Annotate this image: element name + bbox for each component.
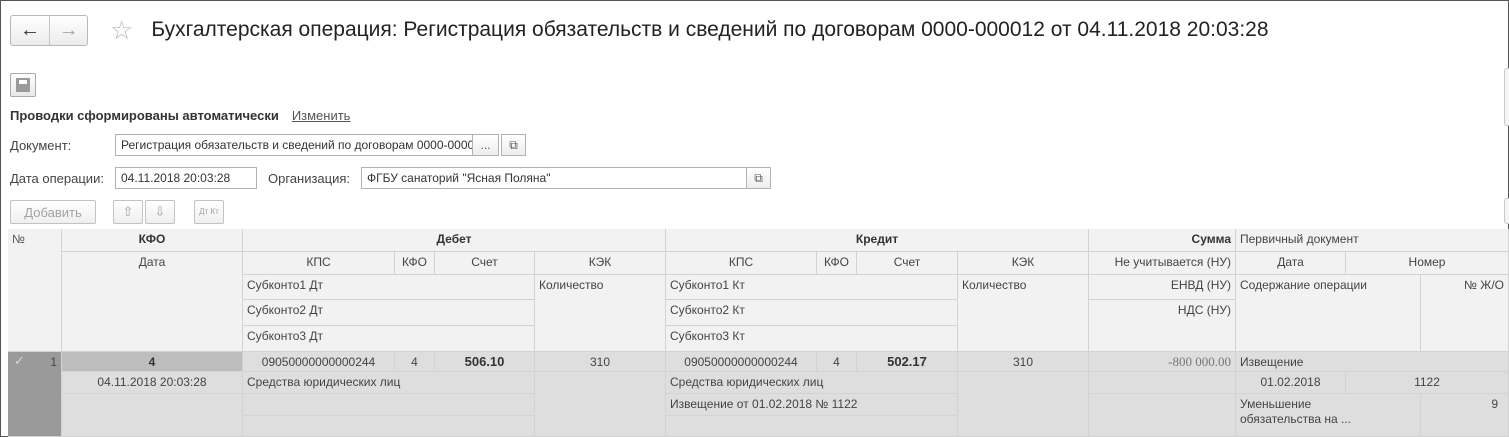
header-journal-no[interactable]: № Ж/О (1421, 275, 1509, 352)
document-label: Документ: (10, 138, 72, 153)
header-credit-quantity[interactable]: Количество (958, 275, 1089, 352)
organization-label: Организация: (268, 171, 351, 186)
header-credit: Кредит (666, 229, 1089, 252)
row-credit-kek[interactable]: 310 (958, 352, 1089, 372)
row-num-cell[interactable]: ✓ 1 (8, 352, 62, 437)
scrollbar-handle[interactable] (1504, 68, 1509, 126)
header-credit-account[interactable]: Счет (857, 252, 958, 275)
row-nds[interactable] (1089, 394, 1236, 437)
row-credit-sub3[interactable] (666, 416, 958, 437)
save-icon[interactable] (10, 73, 36, 97)
move-up-icon[interactable]: ⇧ (113, 200, 143, 224)
header-sub3-dt[interactable]: Субконто3 Дт (243, 326, 535, 352)
header-primary-date[interactable]: Дата (1236, 252, 1346, 275)
row-credit-kfo[interactable]: 4 (817, 352, 857, 372)
favorite-star-icon[interactable]: ☆ (110, 17, 133, 43)
row-debit-sub1[interactable]: Средства юридических лиц (243, 372, 535, 394)
open-document-icon[interactable]: ⧉ (501, 134, 526, 156)
row-debit-account[interactable]: 506.10 (435, 352, 535, 372)
header-sum[interactable]: Сумма (1089, 229, 1236, 252)
header-num: № (8, 229, 62, 352)
row-content[interactable]: Уменьшение обязательства на ... (1236, 394, 1421, 437)
window-title: Бухгалтерская операция: Регистрация обяз… (151, 18, 1269, 41)
header-not-counted[interactable]: Не учитывается (НУ) (1089, 252, 1236, 275)
document-field[interactable]: Регистрация обязательств и сведений по д… (115, 134, 473, 156)
header-nds[interactable]: НДС (НУ) (1089, 300, 1236, 352)
row-journal-no[interactable]: 9 (1421, 394, 1509, 437)
posting-status: Проводки сформированы автоматически (10, 108, 279, 123)
header-credit-kfo[interactable]: КФО (817, 252, 857, 275)
row-sum[interactable]: -800 000.00 (1089, 352, 1236, 372)
row-debit-quantity[interactable] (535, 372, 666, 437)
header-sub1-kt[interactable]: Субконто1 Кт (666, 275, 958, 300)
header-debit-account[interactable]: Счет (435, 252, 535, 275)
swap-debit-credit-icon[interactable]: Дт Кт (194, 200, 224, 224)
row-credit-account[interactable]: 502.17 (857, 352, 958, 372)
row-debit-kps[interactable]: 09050000000000244 (243, 352, 395, 372)
date-label: Дата операции: (10, 171, 104, 186)
row-kfo[interactable]: 4 (62, 352, 243, 372)
header-debit: Дебет (243, 229, 666, 252)
add-button[interactable]: Добавить (10, 200, 96, 224)
forward-arrow-icon[interactable]: → (49, 15, 87, 45)
header-content[interactable]: Содержание операции (1236, 275, 1421, 352)
row-content-line2: обязательства на ... (1240, 412, 1351, 426)
change-link[interactable]: Изменить (292, 108, 351, 123)
header-credit-kps[interactable]: КПС (666, 252, 817, 275)
row-date[interactable]: 04.11.2018 20:03:28 (62, 372, 243, 394)
header-sub1-dt[interactable]: Субконто1 Дт (243, 275, 535, 300)
row-content-line1: Уменьшение (1240, 397, 1312, 411)
scrollbar-handle-lower[interactable] (1504, 198, 1509, 224)
header-sub2-dt[interactable]: Субконто2 Дт (243, 300, 535, 326)
header-date[interactable]: Дата (62, 252, 243, 352)
row-primary-number[interactable]: 1122 (1346, 372, 1509, 394)
row-envd[interactable] (1089, 372, 1236, 394)
posting-status-row: Проводки сформированы автоматически Изме… (10, 108, 350, 123)
row-credit-sub1[interactable]: Средства юридических лиц (666, 372, 958, 394)
row-debit-sub3[interactable] (243, 416, 535, 437)
header-kfo[interactable]: КФО (62, 229, 243, 252)
row-debit-kfo[interactable]: 4 (395, 352, 435, 372)
header-debit-quantity[interactable]: Количество (535, 275, 666, 352)
header-envd[interactable]: ЕНВД (НУ) (1089, 275, 1236, 300)
header-debit-kfo[interactable]: КФО (395, 252, 435, 275)
document-select-button[interactable]: ... (472, 134, 499, 156)
header-credit-kek[interactable]: КЭК (958, 252, 1089, 275)
header-sub2-kt[interactable]: Субконто2 Кт (666, 300, 958, 326)
row-debit-sub2[interactable] (243, 394, 535, 416)
date-field[interactable]: 04.11.2018 20:03:28 (115, 167, 257, 189)
row-debit-kek[interactable]: 310 (535, 352, 666, 372)
header-debit-kek[interactable]: КЭК (535, 252, 666, 275)
open-organization-icon[interactable]: ⧉ (746, 167, 771, 189)
title-bar: ← → ☆ Бухгалтерская операция: Регистраци… (10, 12, 1269, 48)
move-down-icon[interactable]: ⇩ (145, 200, 175, 224)
row-credit-sub2[interactable]: Извещение от 01.02.2018 № 1122 (666, 394, 958, 416)
header-debit-kps[interactable]: КПС (243, 252, 395, 275)
row-primary-date[interactable]: 01.02.2018 (1236, 372, 1346, 394)
header-primary-doc[interactable]: Первичный документ (1236, 229, 1509, 252)
organization-field[interactable]: ФГБУ санаторий "Ясная Поляна" (361, 167, 747, 189)
back-arrow-icon[interactable]: ← (11, 16, 49, 45)
row-kfo-blank[interactable] (62, 394, 243, 437)
nav-buttons: ← → (10, 14, 88, 46)
row-credit-quantity[interactable] (958, 372, 1089, 437)
postings-table: № КФО Дата Дебет КПС КФО Счет КЭК Субкон… (8, 229, 1509, 437)
posted-check-icon: ✓ (14, 353, 25, 368)
row-num: 1 (50, 355, 57, 369)
header-primary-number[interactable]: Номер (1346, 252, 1509, 275)
row-primary-doc[interactable]: Извещение (1236, 352, 1509, 372)
header-sub3-kt[interactable]: Субконто3 Кт (666, 326, 958, 352)
row-credit-kps[interactable]: 09050000000000244 (666, 352, 817, 372)
